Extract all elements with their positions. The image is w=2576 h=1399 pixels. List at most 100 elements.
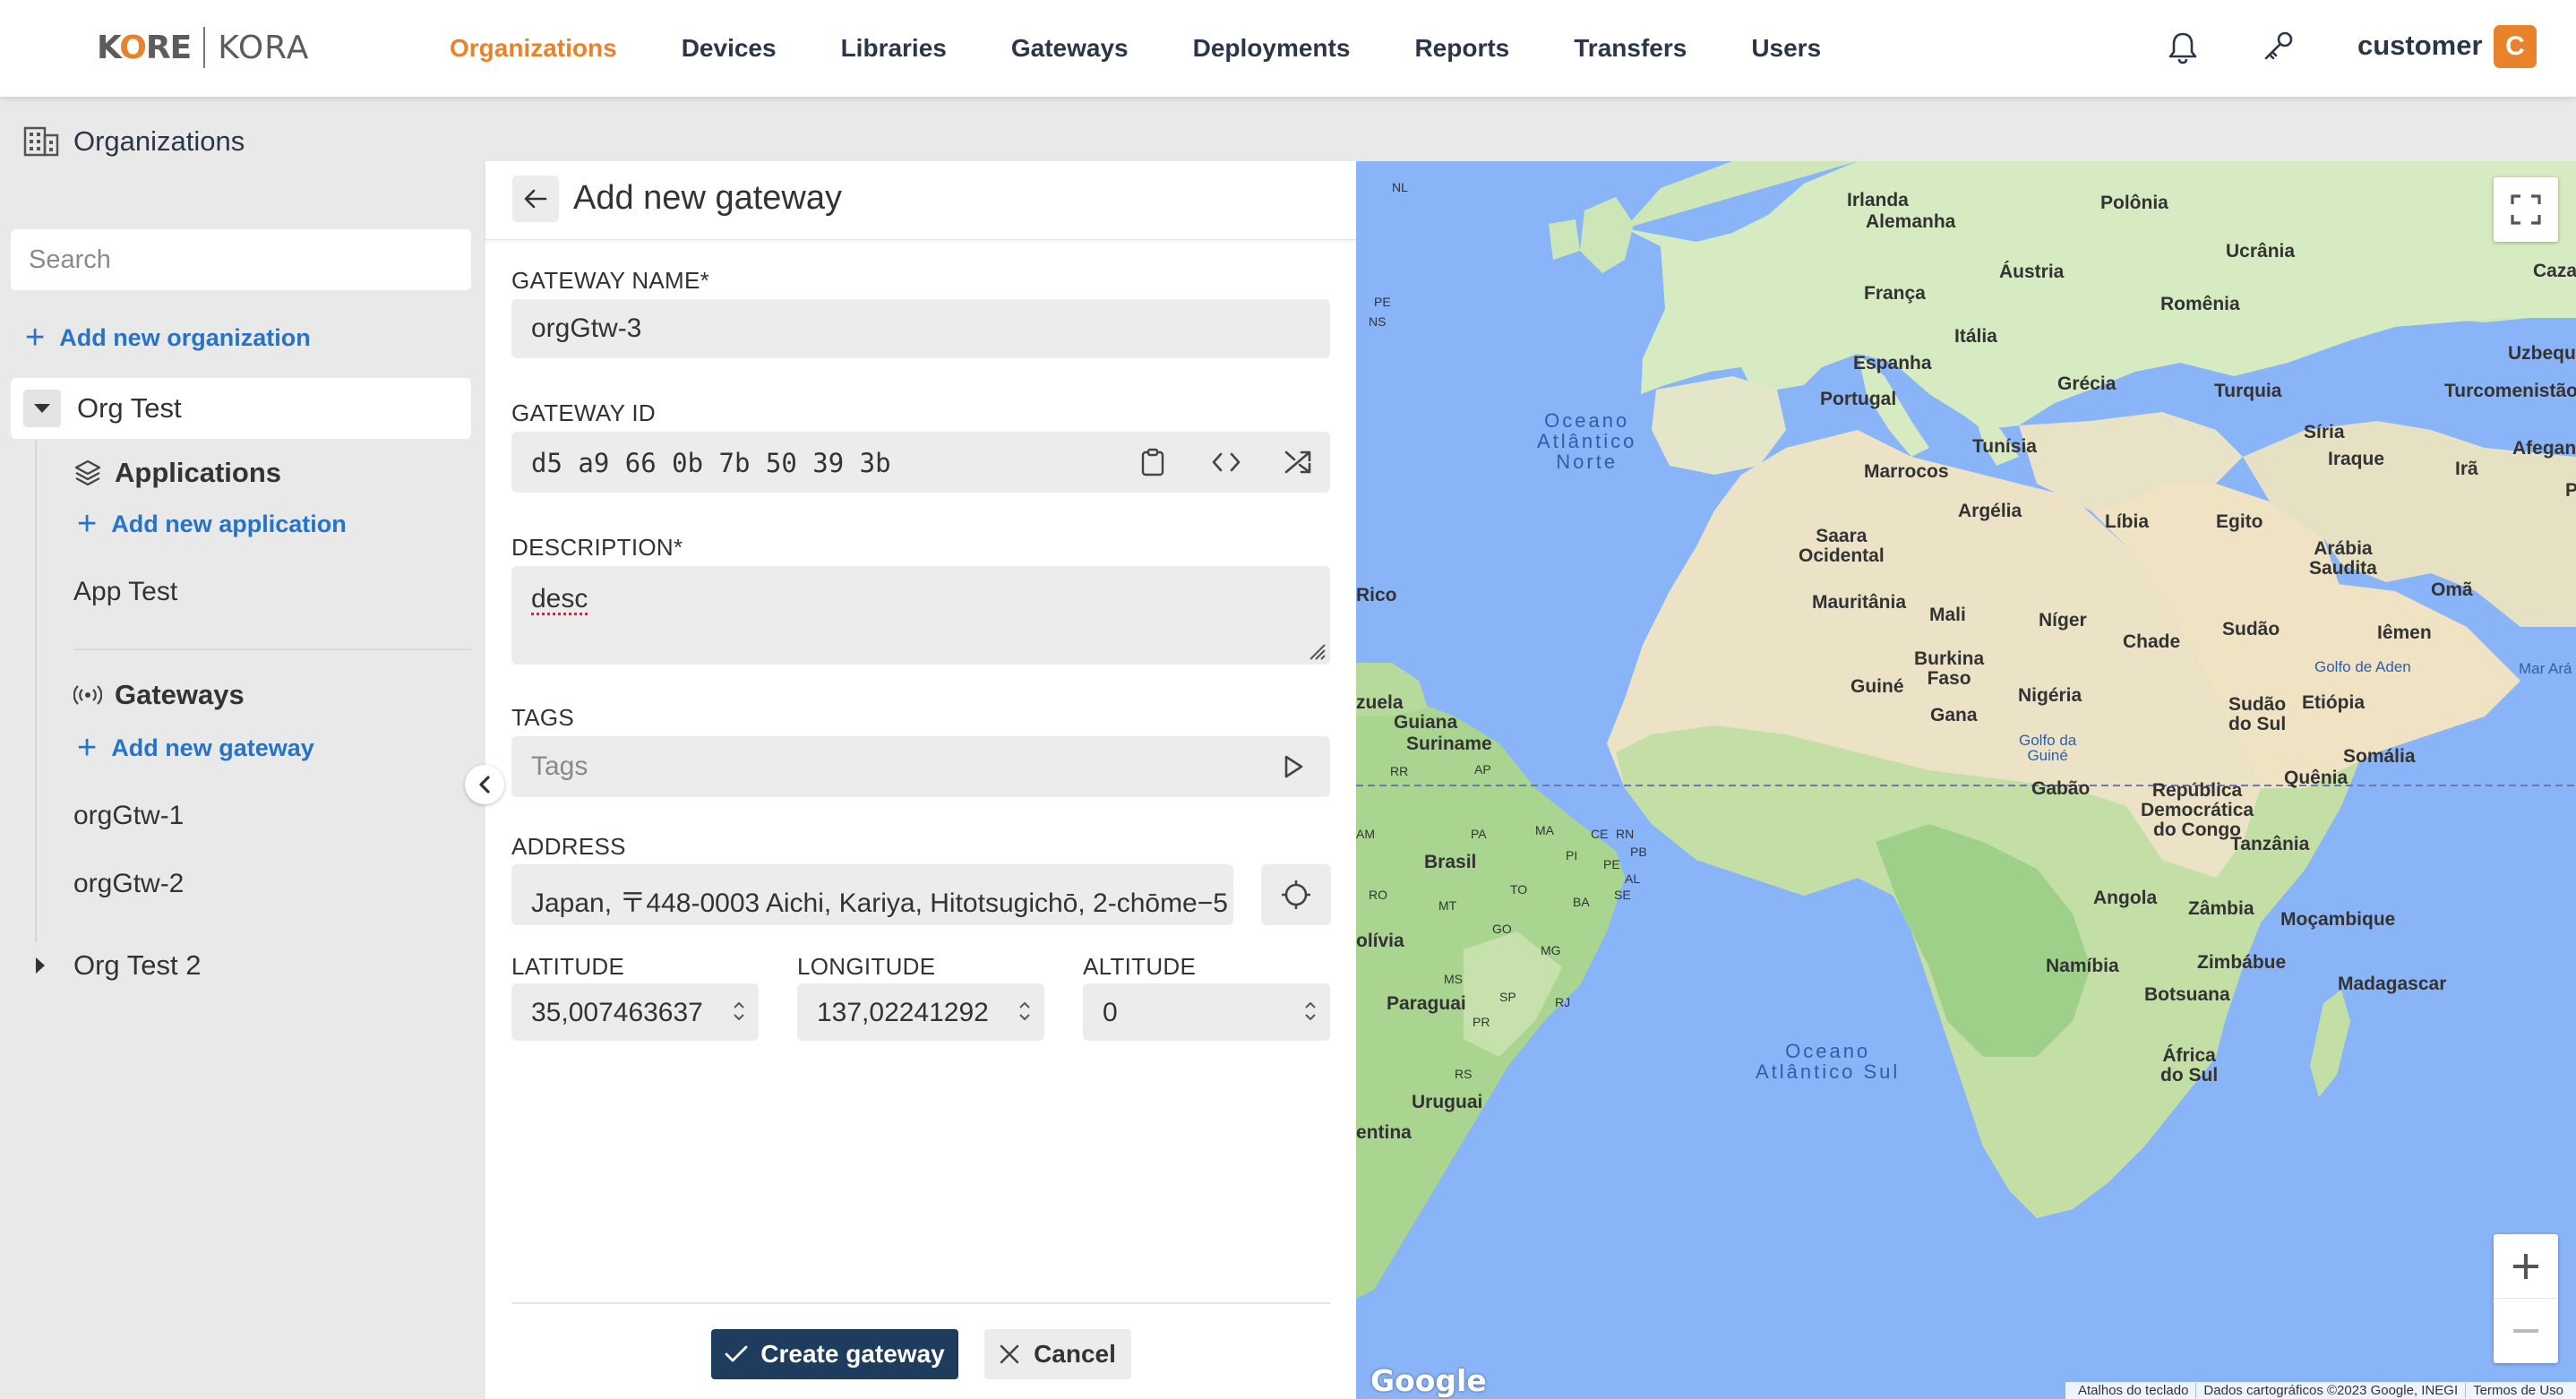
map-label-to: TO (1510, 882, 1528, 897)
org-name: Org Test (77, 392, 182, 424)
shuffle-random-icon[interactable] (1280, 444, 1316, 480)
logo-divider (203, 27, 206, 68)
spinner-updown-icon[interactable] (1018, 1000, 1032, 1023)
map-label-mocambique: Moçambique (2280, 909, 2396, 930)
map-label-gabao: Gabão (2031, 778, 2091, 799)
spinner-updown-icon[interactable] (1303, 1000, 1318, 1023)
map-label-ce: CE (1591, 827, 1609, 841)
map-label-namibia: Namíbia (2046, 956, 2119, 976)
map-label-franca: França (1864, 283, 1926, 304)
collapse-panel-button[interactable] (465, 765, 504, 804)
map-data-credit: Dados cartográficos ©2023 Google, INEGI (2196, 1383, 2467, 1398)
org-tree-item-org-test-2[interactable]: Org Test 2 (34, 949, 201, 982)
nav-reports[interactable]: Reports (1414, 34, 1509, 63)
nav-libraries[interactable]: Libraries (841, 34, 947, 63)
map-label-caza: Caza (2533, 261, 2576, 281)
description-textarea[interactable]: desc (511, 566, 1330, 665)
gateway-name-input[interactable] (511, 299, 1330, 358)
altitude-input[interactable]: 0 (1083, 983, 1330, 1041)
crosshair-locate-icon (1282, 880, 1310, 909)
zoom-controls (2494, 1234, 2558, 1363)
gateway-id-value: d5 a9 66 0b 7b 50 39 3b (531, 448, 891, 478)
panel-header: Add new gateway (485, 161, 1356, 240)
tags-submit-play-icon[interactable] (1275, 749, 1311, 785)
add-gateway-link[interactable]: + Add new gateway (77, 731, 314, 765)
nav-transfers[interactable]: Transfers (1574, 34, 1687, 63)
locate-button[interactable] (1261, 864, 1331, 925)
org-search-input[interactable] (11, 229, 471, 290)
expand-right-caret-icon[interactable] (34, 956, 47, 975)
main-nav: Organizations Devices Libraries Gateways… (450, 0, 1885, 97)
nav-gateways[interactable]: Gateways (1011, 34, 1129, 63)
map-label-turquia: Turquia (2214, 381, 2282, 401)
kore-kora-logo[interactable]: KORE KORA (97, 25, 309, 70)
map-label-niger: Níger (2039, 610, 2087, 631)
map-label-alemanha: Alemanha (1866, 211, 1956, 232)
longitude-label: LONGITUDE (797, 953, 936, 980)
map-label-ms: MS (1444, 972, 1463, 986)
gateway-id-field[interactable]: d5 a9 66 0b 7b 50 39 3b (511, 432, 1330, 493)
nav-devices[interactable]: Devices (682, 34, 777, 63)
map-label-rs: RS (1455, 1067, 1473, 1081)
map-label-guine: Guiné (1850, 676, 1904, 697)
nav-users[interactable]: Users (1751, 34, 1821, 63)
org-name: Org Test 2 (73, 949, 202, 981)
tags-input[interactable] (511, 736, 1330, 797)
map-label-rr: RR (1390, 764, 1409, 778)
map-label-paraguai: Paraguai (1387, 993, 1466, 1014)
map-label-romenia: Romênia (2160, 294, 2240, 314)
map-label-iraque: Iraque (2328, 449, 2385, 469)
map-label-siria: Síria (2304, 422, 2345, 442)
map-label-go: GO (1492, 922, 1512, 936)
add-application-link[interactable]: + Add new application (77, 507, 347, 541)
resize-handle-icon[interactable] (1307, 641, 1327, 661)
notifications-bell-icon[interactable] (2168, 30, 2198, 64)
fullscreen-button[interactable] (2494, 177, 2558, 242)
terms-of-use-link[interactable]: Termos de Uso (2466, 1383, 2571, 1398)
spinner-updown-icon[interactable] (732, 1000, 746, 1023)
map-label-ap: AP (1474, 762, 1491, 777)
latitude-input[interactable]: 35,007463637 (511, 983, 759, 1041)
map-label-madagascar: Madagascar (2338, 974, 2447, 994)
sidebar-divider (73, 648, 471, 650)
map-label-saara-ocidental: Saara Ocidental (1799, 526, 1885, 566)
map-label-p: P (2565, 480, 2576, 501)
checkmark-icon (725, 1345, 748, 1362)
nav-deployments[interactable]: Deployments (1193, 34, 1351, 63)
gateways-title: Gateways (115, 679, 245, 710)
add-gateway-label: Add new gateway (111, 734, 314, 761)
map-label-libia: Líbia (2105, 511, 2150, 532)
map-label-brasil: Brasil (1424, 852, 1477, 872)
map-label-mg: MG (1541, 943, 1561, 957)
create-gateway-button[interactable]: Create gateway (711, 1329, 958, 1379)
map-label-turcomenistao: Turcomenistão (2444, 381, 2576, 401)
map-label-rn: RN (1616, 827, 1635, 841)
gateway-item-orggtw-2[interactable]: orgGtw-2 (73, 869, 184, 899)
zoom-in-plus-icon[interactable] (2494, 1234, 2558, 1299)
add-application-label: Add new application (111, 510, 347, 537)
expand-caret-icon[interactable] (23, 390, 61, 427)
user-avatar[interactable]: C (2494, 25, 2537, 68)
gateway-item-orggtw-1[interactable]: orgGtw-1 (73, 801, 184, 831)
copy-clipboard-icon[interactable] (1135, 444, 1171, 480)
add-gateway-panel: Add new gateway GATEWAY NAME* GATEWAY ID… (485, 161, 1356, 1399)
map-attribution: Atalhos do teclado Dados cartográficos ©… (2065, 1382, 2576, 1399)
map-label-guiana: Guiana (1394, 712, 1458, 733)
nav-organizations[interactable]: Organizations (450, 34, 617, 63)
map-view[interactable]: Irlanda Alemanha Polônia Ucrânia Áustria… (1356, 161, 2576, 1399)
altitude-value: 0 (1103, 998, 1118, 1027)
code-brackets-icon[interactable] (1208, 444, 1244, 480)
plus-icon: + (77, 505, 98, 543)
org-tree-item-org-test[interactable]: Org Test (11, 378, 471, 439)
cancel-button[interactable]: Cancel (984, 1329, 1131, 1379)
address-input[interactable]: Japan, 〒448-0003 Aichi, Kariya, Hitotsug… (511, 864, 1233, 925)
application-item-app-test[interactable]: App Test (73, 577, 177, 607)
api-key-icon[interactable] (2261, 29, 2297, 64)
keyboard-shortcuts-link[interactable]: Atalhos do teclado (2071, 1383, 2197, 1398)
back-button[interactable] (512, 176, 559, 222)
map-label-egito: Egito (2216, 511, 2263, 532)
zoom-out-minus-icon[interactable] (2494, 1299, 2558, 1363)
longitude-input[interactable]: 137,02241292 (797, 983, 1044, 1041)
add-organization-link[interactable]: + Add new organization (25, 321, 311, 355)
user-name[interactable]: customer (2357, 30, 2483, 62)
